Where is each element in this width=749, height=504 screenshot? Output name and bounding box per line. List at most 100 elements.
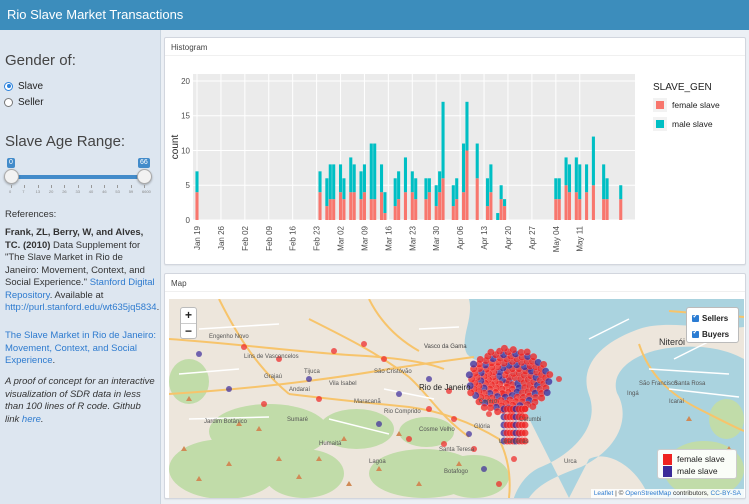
slider-tick [144, 185, 145, 188]
bar-male-slave [414, 178, 418, 200]
license-link[interactable]: CC-BY-SA [711, 490, 741, 497]
bar-male-slave [373, 143, 377, 200]
slider-tick [117, 185, 119, 188]
legend-female: female slave [663, 453, 725, 465]
zoom-in-button[interactable]: + [181, 308, 196, 323]
x-tick-label: Mar 16 [384, 225, 393, 250]
histogram-panel-title: Histogram [171, 43, 208, 52]
references-heading: References: [5, 209, 57, 220]
age-heading: Slave Age Range: [5, 133, 126, 150]
slider-tick [104, 185, 106, 188]
layer-control: Sellers Buyers [686, 307, 739, 343]
bar-female-slave [328, 199, 332, 220]
slider-min-badge: 0 [7, 158, 15, 168]
bar-male-slave [359, 171, 363, 200]
bar-female-slave [325, 206, 329, 220]
bar-female-slave [438, 192, 442, 220]
transaction-marker [539, 360, 548, 369]
note-paragraph: A proof of concept for an interactive vi… [5, 376, 157, 426]
forest-area [709, 399, 744, 439]
bar-male-slave [557, 178, 561, 200]
age-range-slider[interactable]: 0 66 0 7 13 20 26 33 40 46 53 59 6600 [0, 154, 160, 194]
transaction-marker [469, 360, 478, 368]
legend-title: SLAVE_GEN [653, 82, 712, 93]
x-tick-label: Feb 02 [241, 225, 250, 250]
bar-male-slave [393, 178, 397, 207]
osm-link[interactable]: OpenStreetMap [625, 490, 671, 497]
map-place-label: Humaitá [319, 441, 342, 447]
x-tick-label: Mar 09 [360, 225, 369, 250]
layer-buyers[interactable]: Buyers [692, 328, 729, 340]
radio-slave[interactable]: Slave [4, 79, 43, 93]
radio-seller[interactable]: Seller [4, 95, 44, 109]
buyers-label: Buyers [702, 329, 730, 339]
slider-tick [77, 185, 79, 188]
x-tick-label: Jan 19 [193, 225, 202, 250]
map-place-label: Icaraí [669, 399, 685, 405]
bar-male-slave [383, 192, 387, 214]
bar-male-slave [451, 185, 455, 207]
map[interactable]: Niterói Rio de Janeiro Santa Teresa Vasco d… [169, 299, 744, 498]
bar-female-slave [455, 199, 459, 220]
app-title: Rio Slave Market Transactions [7, 7, 184, 22]
bar-male-slave [489, 164, 493, 193]
bar-female-slave [567, 192, 572, 220]
buyers-checkbox[interactable] [692, 328, 699, 338]
bar-male-slave [362, 164, 366, 193]
bar-female-slave [369, 199, 373, 220]
transaction-marker [543, 388, 552, 397]
radio-slave-indicator[interactable] [4, 81, 13, 91]
legend-label: female slave [672, 100, 720, 110]
sellers-checkbox[interactable] [692, 312, 699, 322]
x-tick-label: Mar 23 [408, 225, 417, 250]
article-link[interactable]: The Slave Market in Rio de Janeiro: Move… [5, 330, 156, 366]
bar-male-slave [619, 185, 623, 200]
map-place-label: Vila Isabel [329, 381, 357, 387]
x-tick-label: Mar 30 [432, 225, 441, 250]
layer-sellers[interactable]: Sellers [692, 312, 728, 324]
bar-male-slave [602, 164, 606, 200]
bar-female-slave [434, 206, 438, 220]
article-end: . [52, 355, 56, 366]
gender-heading: Gender of: [5, 52, 76, 69]
histogram-divider [165, 55, 745, 56]
map-panel: Map Niterói Rio de Janeiro Santa Teresa Vas… [164, 273, 746, 499]
map-legend: female slave male slave [657, 449, 737, 479]
slider-handle-high[interactable] [137, 169, 152, 184]
slider-tick-label: 7 [22, 189, 25, 194]
map-place-label: Botafogo [444, 469, 469, 475]
map-place-label: Rio Comprido [384, 409, 421, 415]
bar-male-slave [332, 164, 336, 200]
map-divider [165, 291, 745, 292]
map-place-label: Tijuca [304, 369, 320, 375]
transaction-marker [511, 456, 517, 462]
histogram-chart: 0 5 10 15 20 Jan 19 Jan 26 Feb 02 Feb 09 Feb 16 Fe… [170, 74, 720, 252]
transaction-marker [361, 341, 367, 347]
bar-male-slave [605, 178, 609, 200]
slider-tick-label: 0 [9, 189, 12, 194]
article-paragraph: The Slave Market in Rio de Janeiro: Move… [5, 330, 157, 368]
x-tick-label: Feb 23 [313, 225, 322, 250]
bar-female-slave [359, 199, 363, 220]
transaction-marker [487, 348, 495, 357]
leaflet-link[interactable]: Leaflet [594, 490, 614, 497]
zoom-out-button[interactable]: − [181, 323, 196, 338]
legend-key [656, 120, 664, 128]
bar-male-slave [591, 136, 595, 186]
github-link[interactable]: here [22, 414, 41, 425]
map-place-label: Sumaré [287, 417, 309, 423]
y-tick-label: 20 [181, 77, 190, 86]
map-place-label: Santa Teresa [439, 447, 475, 453]
purl-link[interactable]: http://purl.stanford.edu/wt635jq5834 [5, 302, 157, 313]
y-tick-label: 15 [181, 112, 190, 121]
bar-male-slave [369, 143, 373, 200]
slider-track[interactable] [11, 175, 144, 179]
transaction-marker [556, 376, 562, 382]
slider-handle-low[interactable] [4, 169, 19, 184]
bar-female-slave [318, 192, 322, 220]
radio-seller-label: Seller [18, 96, 44, 108]
transaction-marker [545, 370, 554, 379]
radio-seller-indicator[interactable] [4, 97, 13, 107]
bar-male-slave [574, 157, 578, 193]
slider-tick-label: 53 [115, 189, 120, 194]
